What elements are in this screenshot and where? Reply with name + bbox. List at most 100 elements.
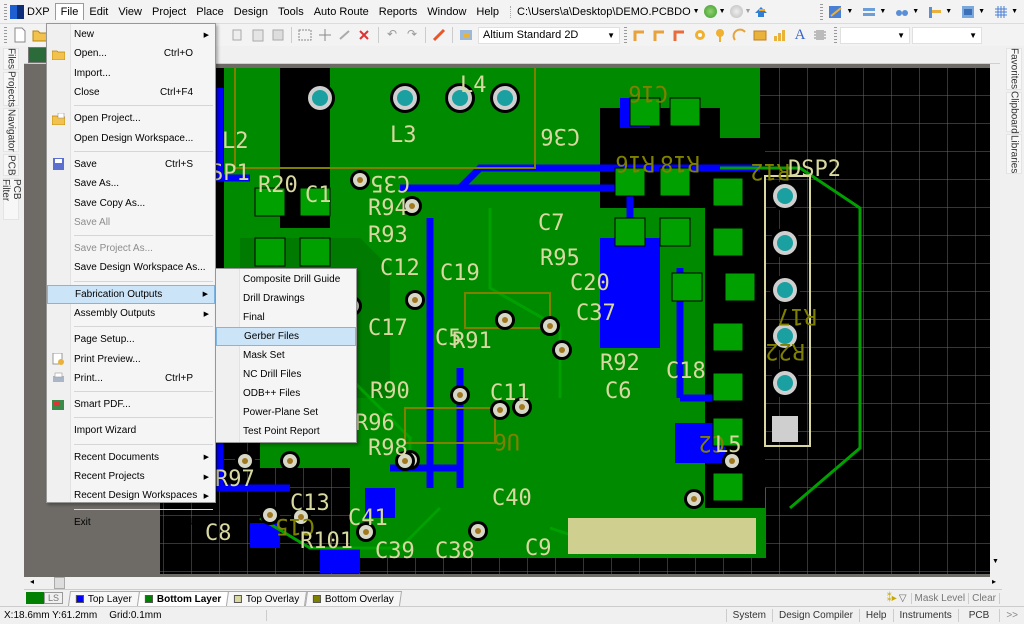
layers-dropdown-icon[interactable]: ▼ <box>879 8 886 15</box>
forward-dropdown-icon[interactable]: ▼ <box>745 8 752 15</box>
move-icon[interactable] <box>317 27 333 43</box>
redo-icon[interactable]: ↷ <box>404 27 420 43</box>
find-icon[interactable] <box>894 4 910 20</box>
menu-edit[interactable]: Edit <box>84 4 113 20</box>
file-menu-item-recent-design-workspaces[interactable]: Recent Design Workspaces ▶ <box>47 486 215 505</box>
grid-dropdown-icon[interactable]: ▼ <box>1011 8 1018 15</box>
menu-reports[interactable]: Reports <box>374 4 423 20</box>
new-document-icon[interactable] <box>12 27 28 43</box>
status-pcb-button[interactable]: PCB <box>957 609 1000 622</box>
fab-menu-item-odb-files[interactable]: ODB++ Files <box>216 384 356 403</box>
status-instruments-button[interactable]: Instruments <box>892 609 958 622</box>
layer-tab-top-layer[interactable]: Top Layer <box>67 590 140 606</box>
browse-components-icon[interactable] <box>458 27 474 43</box>
panel-tab-pcb[interactable]: PCB <box>3 154 19 176</box>
view-config-combo[interactable]: Altium Standard 2D ▼ <box>478 26 620 44</box>
layers-icon[interactable] <box>861 4 877 20</box>
interactive-route-icon[interactable] <box>632 27 648 43</box>
menu-tools[interactable]: Tools <box>273 4 309 20</box>
place-string-icon[interactable]: A <box>792 27 808 43</box>
file-menu-item-save-design-workspace-as[interactable]: Save Design Workspace As... <box>47 258 215 277</box>
toolbar3-grip[interactable] <box>624 27 627 43</box>
file-menu-item-fabrication-outputs[interactable]: Fabrication Outputs ▶ <box>47 284 215 304</box>
clear-button[interactable]: Clear <box>968 592 1000 604</box>
back-dropdown-icon[interactable]: ▼ <box>719 8 726 15</box>
panels-icon[interactable] <box>960 4 976 20</box>
mask-level-button[interactable]: Mask Level <box>910 592 969 604</box>
align-icon[interactable] <box>927 4 943 20</box>
panel-tab-favorites[interactable]: Favorites <box>1006 48 1022 90</box>
panels-dropdown-icon[interactable]: ▼ <box>978 8 985 15</box>
status-design-compiler-button[interactable]: Design Compiler <box>772 609 859 622</box>
toolbar4-grip[interactable] <box>834 27 837 43</box>
deselect-icon[interactable] <box>337 27 353 43</box>
scroll-left-icon[interactable]: ◂ <box>30 577 34 586</box>
menu-view[interactable]: View <box>113 4 147 20</box>
place-pad-icon[interactable] <box>692 27 708 43</box>
scroll-right-icon[interactable]: ▸ <box>992 577 996 586</box>
fab-menu-item-nc-drill-files[interactable]: NC Drill Files <box>216 365 356 384</box>
fab-menu-item-final[interactable]: Final <box>216 308 356 327</box>
file-menu-item-import[interactable]: Import... <box>47 64 215 83</box>
file-menu-item-open-project[interactable]: Open Project... <box>47 109 215 128</box>
menu-project[interactable]: Project <box>147 4 191 20</box>
panel-tab-pcb-filter[interactable]: PCB Filter <box>0 178 22 220</box>
place-fill-icon[interactable] <box>752 27 768 43</box>
layer-set-ls-button[interactable]: LS <box>44 592 64 604</box>
menu-auto-route[interactable]: Auto Route <box>309 4 374 20</box>
copy-icon[interactable] <box>230 27 246 43</box>
menu-dxp[interactable]: DXP <box>27 4 55 20</box>
fab-menu-item-test-point-report[interactable]: Test Point Report <box>216 422 356 441</box>
panel-tab-projects[interactable]: Projects <box>3 71 19 107</box>
panel-tab-navigator[interactable]: Navigator <box>3 108 19 152</box>
filter-combo-1[interactable]: ▼ <box>840 26 910 44</box>
toolbar-grip-right[interactable] <box>820 3 824 20</box>
sheet-icon[interactable] <box>828 4 844 20</box>
toolbar2-grip[interactable] <box>4 27 7 43</box>
diff-pair-route-icon[interactable] <box>652 27 668 43</box>
back-icon[interactable] <box>703 5 717 18</box>
file-menu-item-exit[interactable]: Exit Alt+F4 <box>47 513 215 532</box>
toolbar-grip[interactable] <box>4 3 7 20</box>
file-menu-item-open[interactable]: Open... Ctrl+O <box>47 44 215 63</box>
sheet-dropdown-icon[interactable]: ▼ <box>846 8 853 15</box>
snap-options-icon[interactable]: ⁑▸ <box>887 593 897 604</box>
menu-file[interactable]: File <box>54 3 85 20</box>
panel-tab-clipboard[interactable]: Clipboard <box>1006 91 1022 133</box>
layer-tab-top-overlay[interactable]: Top Overlay <box>226 590 308 606</box>
undo-icon[interactable]: ↶ <box>384 27 400 43</box>
home-icon[interactable] <box>753 4 769 20</box>
fab-menu-item-mask-set[interactable]: Mask Set <box>216 346 356 365</box>
rubber-stamp-icon[interactable] <box>270 27 286 43</box>
file-menu-item-smart-pdf[interactable]: Smart PDF... <box>47 395 215 414</box>
align-dropdown-icon[interactable]: ▼ <box>945 8 952 15</box>
file-menu-item-recent-documents[interactable]: Recent Documents ▶ <box>47 448 215 467</box>
pcb-document-tab-icon[interactable] <box>28 47 48 63</box>
fab-menu-item-power-plane-set[interactable]: Power-Plane Set <box>216 403 356 422</box>
menu-window[interactable]: Window <box>422 4 471 20</box>
file-menu-item-save-copy-as[interactable]: Save Copy As... <box>47 193 215 212</box>
layer-tab-bottom-layer[interactable]: Bottom Layer <box>136 590 230 606</box>
file-menu-item-print-preview[interactable]: Print Preview... <box>47 349 215 368</box>
multi-route-icon[interactable] <box>672 27 688 43</box>
file-menu-item-open-design-workspace[interactable]: Open Design Workspace... <box>47 128 215 147</box>
place-via-icon[interactable] <box>712 27 728 43</box>
status-system-button[interactable]: System <box>725 609 772 622</box>
file-menu-item-save[interactable]: Save Ctrl+S <box>47 155 215 174</box>
file-menu-item-print[interactable]: Print... Ctrl+P <box>47 369 215 388</box>
cross-probe-icon[interactable] <box>431 27 447 43</box>
file-menu-item-import-wizard[interactable]: Import Wizard <box>47 421 215 440</box>
fab-menu-item-drill-drawings[interactable]: Drill Drawings <box>216 289 356 308</box>
find-dropdown-icon[interactable]: ▼ <box>912 8 919 15</box>
grid-icon[interactable] <box>993 4 1009 20</box>
select-area-icon[interactable] <box>297 27 313 43</box>
file-menu-item-recent-projects[interactable]: Recent Projects ▶ <box>47 467 215 486</box>
forward-icon[interactable] <box>729 5 743 18</box>
panel-tab-libraries[interactable]: Libraries <box>1006 134 1022 174</box>
horizontal-scroll-thumb[interactable] <box>54 577 65 589</box>
status-more-button[interactable]: >> <box>999 609 1024 622</box>
panel-tab-files[interactable]: Files <box>3 48 19 70</box>
menu-place[interactable]: Place <box>191 4 229 20</box>
path-dropdown-icon[interactable]: ▼ <box>693 8 700 15</box>
scroll-down-icon[interactable]: ▼ <box>992 558 999 565</box>
